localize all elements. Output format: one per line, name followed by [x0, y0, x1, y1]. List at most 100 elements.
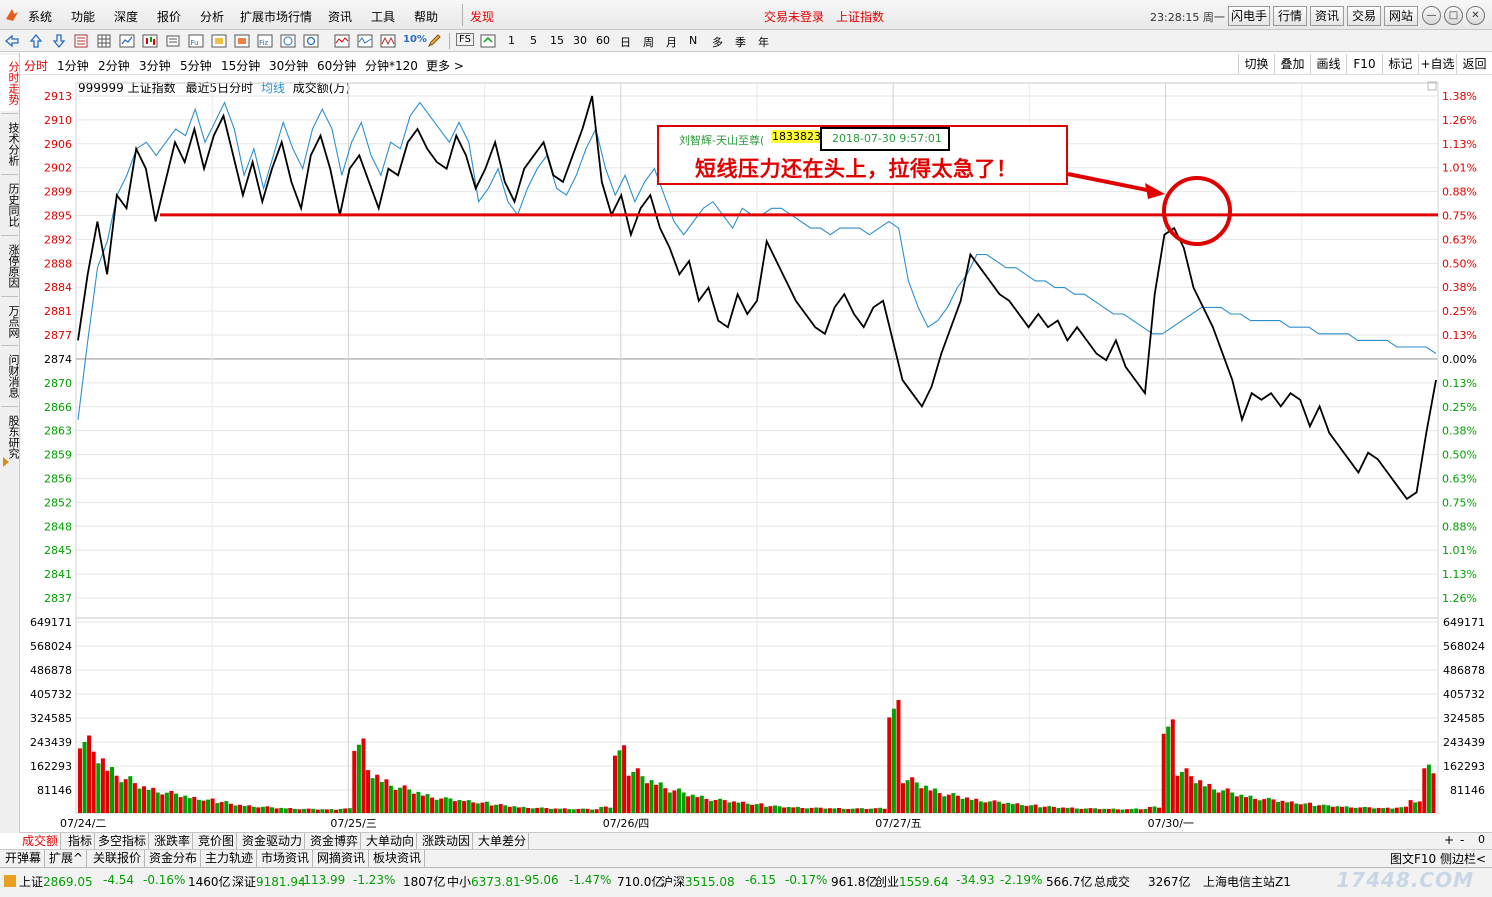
close-icon[interactable]: ✕ — [1466, 6, 1485, 25]
hs-index[interactable]: 沪深3515.08 — [661, 873, 735, 890]
indicator-tab-rise-fall[interactable]: 涨跌率 — [152, 833, 194, 850]
period-year-button[interactable]: 年 — [758, 34, 769, 50]
period-5-button[interactable]: 5 — [530, 34, 537, 47]
web-digest-tab[interactable]: 网摘资讯 — [314, 850, 370, 867]
zoom-in-button[interactable]: + — [1444, 833, 1454, 847]
period-60-button[interactable]: 60 — [596, 34, 610, 47]
menu-system[interactable]: 系统 — [28, 8, 52, 25]
related-quotes-tab[interactable]: 关联报价 — [90, 850, 146, 867]
app-logo-icon[interactable] — [4, 7, 20, 23]
fund-icon[interactable]: Fu — [188, 33, 204, 49]
zigzag-icon[interactable] — [380, 33, 396, 49]
indicator-tab-auction[interactable]: 竞价图 — [196, 833, 238, 850]
period-intraday[interactable]: 分时 — [24, 57, 48, 74]
period-week-button[interactable]: 周 — [643, 34, 654, 50]
period-n-button[interactable]: N — [689, 34, 697, 47]
percent-icon[interactable]: 10% — [403, 34, 427, 45]
compare-chart-icon[interactable] — [357, 33, 373, 49]
period-more[interactable]: 更多 > — [426, 57, 464, 74]
switch-button[interactable]: 切换 — [1238, 54, 1274, 74]
server-status[interactable]: 上海电信主站Z1 — [1203, 873, 1291, 890]
menu-discover[interactable]: 发现 — [470, 8, 494, 25]
minimize-icon[interactable]: — — [1422, 6, 1441, 25]
overlay-button[interactable]: 叠加 — [1274, 54, 1310, 74]
login-status[interactable]: 交易未登录 — [764, 8, 824, 25]
period-60min[interactable]: 60分钟 — [317, 57, 356, 74]
period-quarter-button[interactable]: 季 — [735, 34, 746, 50]
market-news-tab[interactable]: 市场资讯 — [258, 850, 314, 867]
flash-trade-button[interactable]: 闪电手 — [1228, 6, 1270, 26]
news-icon[interactable] — [280, 33, 296, 49]
refresh-icon[interactable] — [303, 33, 319, 49]
news-button[interactable]: 资讯 — [1310, 6, 1344, 26]
f10-graphic-button[interactable]: 图文F10 — [1390, 850, 1436, 867]
period-15-button[interactable]: 15 — [550, 34, 564, 47]
quote-table-icon[interactable] — [165, 33, 181, 49]
restore-icon[interactable]: □ — [1444, 6, 1463, 25]
menu-help[interactable]: 帮助 — [414, 8, 438, 25]
period-3min[interactable]: 3分钟 — [139, 57, 171, 74]
down-arrow-icon[interactable] — [51, 33, 67, 49]
fiz-icon[interactable]: Fiz — [257, 33, 273, 49]
menu-function[interactable]: 功能 — [71, 8, 95, 25]
info-icon[interactable] — [234, 33, 250, 49]
menu-extended-market[interactable]: 扩展市场行情 — [240, 8, 312, 25]
mark-button[interactable]: 标记 — [1382, 54, 1418, 74]
sz-index[interactable]: 深证9181.94 — [232, 873, 306, 890]
sector-news-tab[interactable]: 板块资讯 — [370, 850, 426, 867]
indicator-tab-fund-drive[interactable]: 资金驱动力 — [240, 833, 306, 850]
period-30-button[interactable]: 30 — [573, 34, 587, 47]
menu-analysis[interactable]: 分析 — [200, 8, 224, 25]
indicator-tab-cause[interactable]: 涨跌动因 — [420, 833, 474, 850]
period-15min[interactable]: 15分钟 — [221, 57, 260, 74]
main-force-tab[interactable]: 主力轨迹 — [202, 850, 258, 867]
indicator-tab-big-order[interactable]: 大单动向 — [364, 833, 418, 850]
website-button[interactable]: 网站 — [1384, 6, 1418, 26]
indicator-tab-fund-game[interactable]: 资金博弈 — [308, 833, 362, 850]
draw-pen-icon[interactable] — [426, 33, 442, 49]
period-multi-button[interactable]: 多 — [712, 34, 723, 50]
sh-index[interactable]: 上证2869.05 — [19, 873, 93, 890]
period-1min[interactable]: 1分钟 — [57, 57, 89, 74]
grid-icon[interactable] — [96, 33, 112, 49]
fs-icon[interactable]: FS — [456, 33, 474, 46]
draw-line-button[interactable]: 画线 — [1310, 54, 1346, 74]
back-button[interactable]: 返回 — [1456, 54, 1492, 74]
menu-tools[interactable]: 工具 — [371, 8, 395, 25]
period-day-button[interactable]: 日 — [620, 34, 631, 50]
status-icon[interactable] — [4, 875, 16, 887]
trade-button[interactable]: 交易 — [1347, 6, 1381, 26]
recycle-icon[interactable] — [480, 33, 496, 49]
cy-index[interactable]: 创业1559.64 — [875, 873, 949, 890]
multi-chart-icon[interactable] — [334, 33, 350, 49]
menu-depth[interactable]: 深度 — [114, 8, 138, 25]
stock-list-icon[interactable] — [73, 33, 89, 49]
period-2min[interactable]: 2分钟 — [98, 57, 130, 74]
period-30min[interactable]: 30分钟 — [269, 57, 308, 74]
intraday-chart[interactable]: 2913 2910 2906 2902 2899 2895 2892 2888 2884 2881… — [0, 75, 1492, 832]
candlestick-icon[interactable] — [142, 33, 158, 49]
f10-icon[interactable] — [211, 33, 227, 49]
danmaku-toggle[interactable]: 开弹幕 — [2, 850, 46, 867]
period-1-button[interactable]: 1 — [508, 34, 515, 47]
period-5min[interactable]: 5分钟 — [180, 57, 212, 74]
indicator-tab-indicator[interactable]: 指标 — [66, 833, 96, 850]
menu-news[interactable]: 资讯 — [328, 8, 352, 25]
indicator-tab-amount[interactable]: 成交额 — [20, 833, 62, 850]
zx-index[interactable]: 中小6373.81 — [447, 873, 521, 890]
reset-zoom-button[interactable]: 0 — [1478, 833, 1485, 846]
sidebar-toggle[interactable]: 侧边栏< — [1440, 850, 1486, 867]
f10-button[interactable]: F10 — [1346, 54, 1382, 74]
period-120min[interactable]: 分钟*120 — [365, 57, 418, 74]
back-arrow-icon[interactable] — [4, 33, 20, 49]
line-chart-icon[interactable] — [119, 33, 135, 49]
market-button[interactable]: 行情 — [1273, 6, 1307, 26]
add-favorite-button[interactable]: +自选 — [1418, 54, 1456, 74]
indicator-tab-big-order-diff[interactable]: 大单差分 — [476, 833, 530, 850]
fund-distribution-tab[interactable]: 资金分布 — [146, 850, 202, 867]
period-month-button[interactable]: 月 — [666, 34, 677, 50]
menu-quote[interactable]: 报价 — [157, 8, 181, 25]
expand-toggle[interactable]: 扩展^ — [46, 850, 88, 867]
zoom-out-button[interactable]: - — [1460, 833, 1464, 847]
up-arrow-icon[interactable] — [28, 33, 44, 49]
